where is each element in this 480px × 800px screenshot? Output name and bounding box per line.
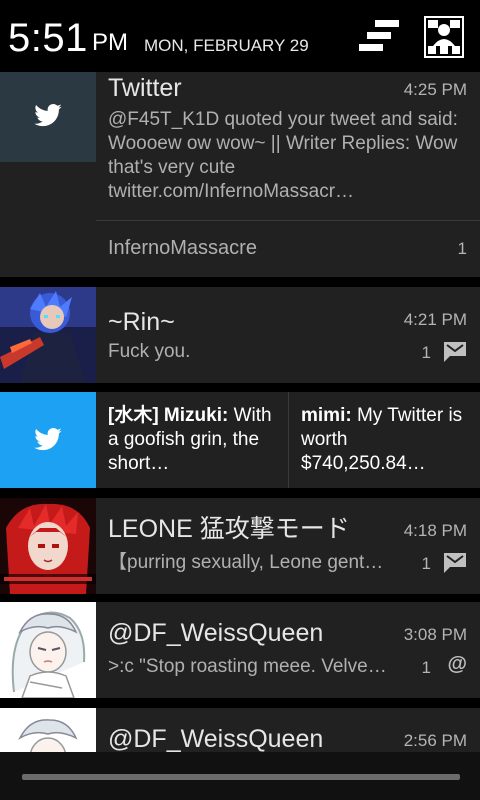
notification-time: 4:25 PM — [403, 80, 467, 99]
notification-body: 【purring sexually, Leone gent… — [108, 552, 384, 573]
message-sender: [水木] Mizuki: — [108, 405, 229, 426]
notification-time: 4:21 PM — [403, 310, 467, 329]
status-date: MON, FEBRUARY 29 — [144, 36, 309, 55]
status-bar: 5:51 PM MON, FEBRUARY 29 — [0, 0, 480, 72]
shade-drag-handle[interactable] — [22, 774, 460, 780]
notification-title: ~Rin~ — [108, 308, 175, 336]
avatar-anime-white-hair-image — [0, 602, 96, 698]
avatar-rin — [0, 287, 96, 383]
status-ampm: PM — [92, 29, 128, 56]
notification-list[interactable]: Twitter 4:25 PM @F45T_K1D quoted your tw… — [0, 72, 480, 752]
notification-count: 1 — [421, 658, 431, 677]
twitter-bird-icon — [34, 428, 62, 451]
avatar-anime-red-hair-image — [0, 498, 96, 594]
notification-body: >:c "Stop roasting meee. Velve… — [108, 656, 387, 677]
quick-settings-icon[interactable] — [424, 16, 464, 58]
twitter-app-icon-tile — [0, 72, 96, 162]
notification-title: LEONE 猛攻撃モード — [108, 515, 350, 543]
notification-time: 2:56 PM — [403, 731, 467, 750]
clear-all-notifications-icon[interactable] — [355, 20, 399, 58]
message-sender: mimi: — [301, 405, 352, 426]
notification-time: 4:18 PM — [403, 521, 467, 540]
twitter-bird-icon — [34, 104, 62, 127]
notification-count: 1 — [421, 343, 431, 362]
notification-weissqueen-2[interactable]: @DF_WeissQueen 2:56 PM — [0, 708, 480, 752]
notification-shade-footer — [0, 752, 480, 800]
notification-body: Fuck you. — [108, 341, 191, 362]
notification-title: Twitter — [108, 74, 182, 102]
notification-count: 1 — [421, 554, 431, 573]
notification-leone[interactable]: LEONE 猛攻撃モード 4:18 PM 【purring sexually, … — [0, 498, 480, 594]
message-column-2[interactable]: mimi: My Twitter is worth $740,250.84… — [301, 404, 471, 476]
notification-rin[interactable]: ~Rin~ 4:21 PM Fuck you. 1 — [0, 287, 480, 383]
notification-title: @DF_WeissQueen — [108, 619, 324, 647]
avatar-weissqueen — [0, 602, 96, 698]
mention-icon: @ — [447, 653, 467, 675]
notification-footer-account: InfernoMassacre — [108, 237, 257, 259]
notification-title: @DF_WeissQueen — [108, 725, 324, 752]
avatar-anime-white-hair-image — [0, 708, 96, 752]
notification-body: @F45T_K1D quoted your tweet and said: Wo… — [108, 109, 458, 202]
status-clock: 5:51 — [8, 16, 88, 60]
avatar-leone — [0, 498, 96, 594]
notification-weissqueen-1[interactable]: @DF_WeissQueen 3:08 PM >:c "Stop roastin… — [0, 602, 480, 698]
message-icon — [444, 553, 466, 573]
twitter-app-icon-tile — [0, 392, 96, 488]
message-column-1[interactable]: [水木] Mizuki: With a goofish grin, the sh… — [108, 404, 278, 476]
notification-footer-count: 1 — [457, 239, 467, 258]
notification-twitter-messages[interactable]: [水木] Mizuki: With a goofish grin, the sh… — [0, 392, 480, 488]
divider — [96, 220, 480, 221]
message-icon — [444, 342, 466, 362]
notification-twitter-quote[interactable]: Twitter 4:25 PM @F45T_K1D quoted your tw… — [0, 72, 480, 277]
column-divider — [288, 392, 289, 488]
avatar-anime-blue-hair-image — [0, 287, 96, 383]
avatar-weissqueen — [0, 708, 96, 752]
notification-time: 3:08 PM — [403, 625, 467, 644]
